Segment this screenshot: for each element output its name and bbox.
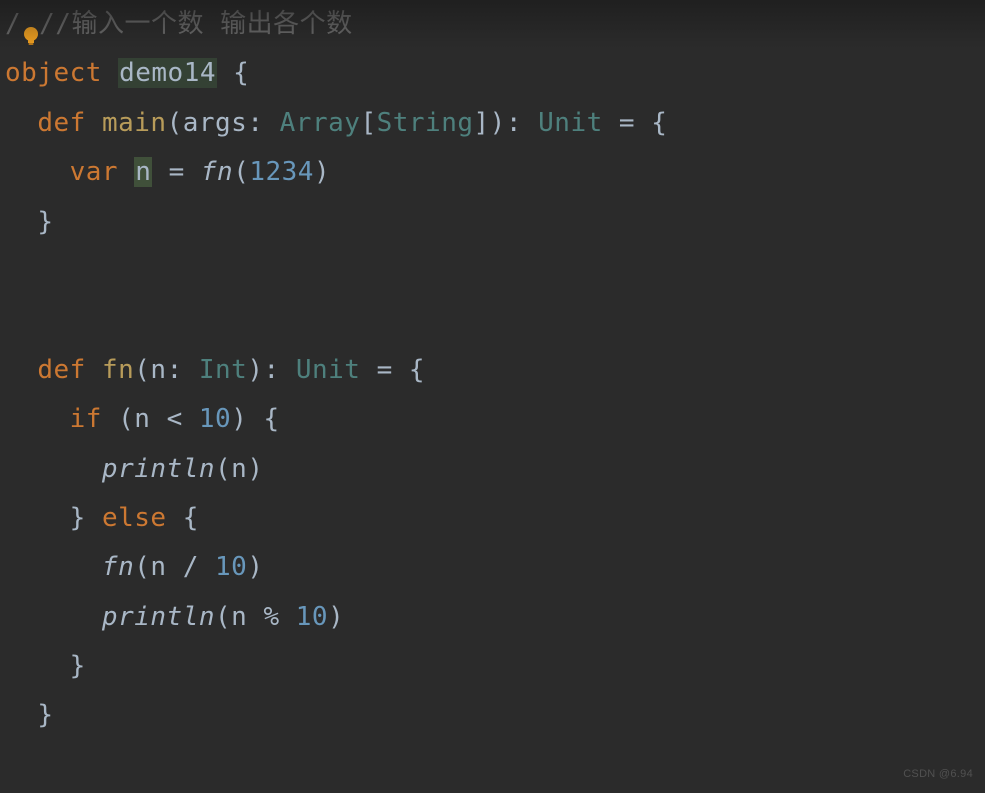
method-name: fn — [102, 355, 134, 385]
if-keyword: if — [70, 404, 102, 434]
println-call: println — [102, 454, 215, 484]
number-literal: 1234 — [249, 157, 314, 187]
def-keyword: def — [37, 108, 85, 138]
number-literal: 10 — [296, 602, 328, 632]
number-literal: 10 — [199, 404, 231, 434]
code-line[interactable] — [5, 296, 985, 345]
code-content: ///输入一个数 输出各个数 object demo14 { def main(… — [0, 0, 985, 741]
code-line[interactable]: println(n) — [5, 445, 985, 494]
code-line[interactable]: def fn(n: Int): Unit = { — [5, 346, 985, 395]
code-line[interactable]: } else { — [5, 494, 985, 543]
method-name: main — [102, 108, 167, 138]
object-keyword: object — [5, 58, 102, 88]
code-editor[interactable]: ///输入一个数 输出各个数 object demo14 { def main(… — [0, 0, 985, 741]
code-line[interactable]: ///输入一个数 输出各个数 — [5, 0, 985, 49]
code-line[interactable]: println(n % 10) — [5, 593, 985, 642]
code-line[interactable]: if (n < 10) { — [5, 395, 985, 444]
intention-bulb-icon[interactable] — [19, 16, 37, 34]
code-line[interactable] — [5, 247, 985, 296]
def-keyword: def — [37, 355, 85, 385]
comment-text: //输入一个数 输出各个数 — [39, 9, 352, 39]
number-literal: 10 — [215, 552, 247, 582]
fn-call: fn — [201, 157, 233, 187]
code-line[interactable]: var n = fn(1234) — [5, 148, 985, 197]
var-name: n — [134, 157, 152, 187]
var-keyword: var — [70, 157, 118, 187]
watermark-text: CSDN @6.94 — [903, 764, 973, 785]
fn-call: fn — [102, 552, 134, 582]
else-keyword: else — [102, 503, 167, 533]
code-line[interactable]: } — [5, 198, 985, 247]
code-line[interactable]: fn(n / 10) — [5, 543, 985, 592]
code-line[interactable]: } — [5, 691, 985, 740]
code-line[interactable]: } — [5, 642, 985, 691]
code-line[interactable]: def main(args: Array[String]): Unit = { — [5, 99, 985, 148]
println-call: println — [102, 602, 215, 632]
object-identifier: demo14 — [118, 58, 217, 88]
code-line[interactable]: object demo14 { — [5, 49, 985, 98]
